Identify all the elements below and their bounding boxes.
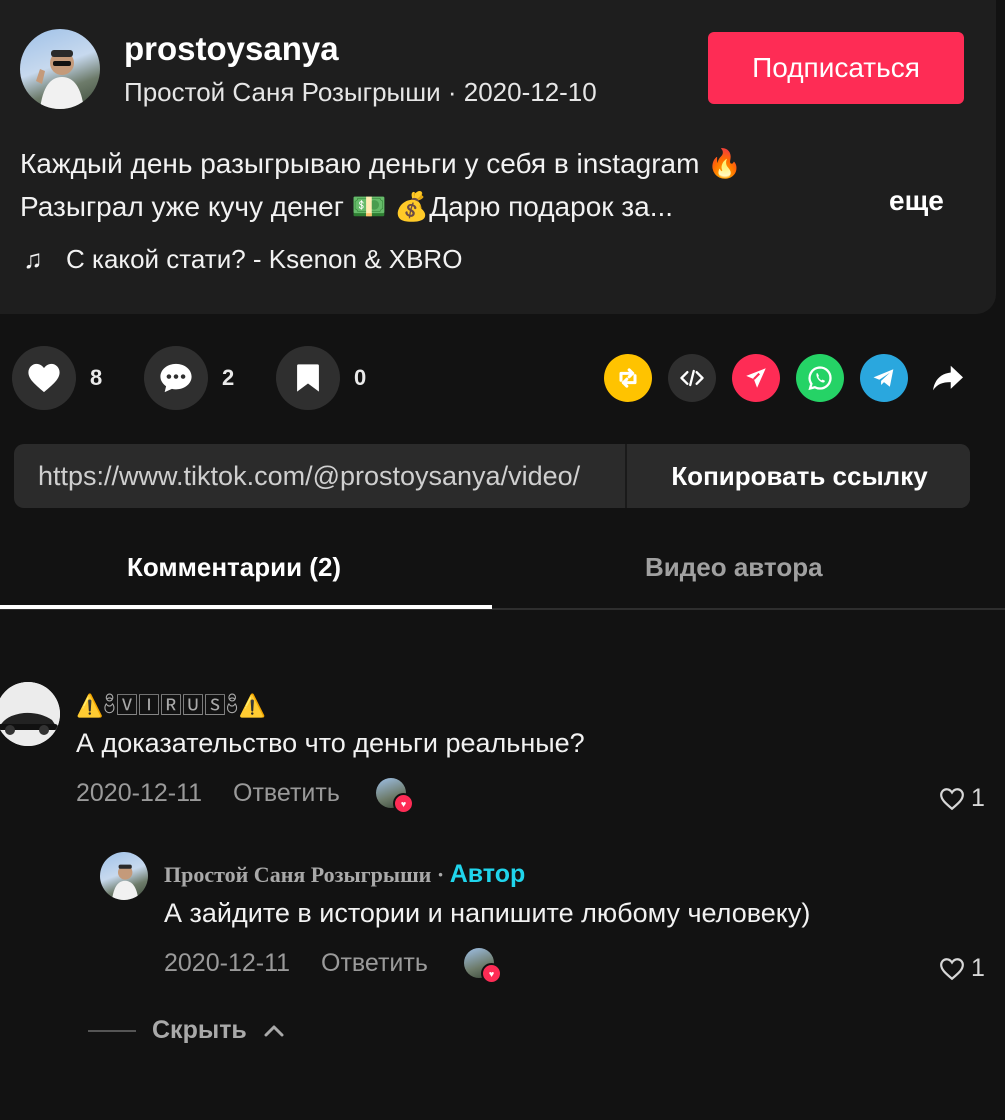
reply-like[interactable]: 1: [939, 954, 985, 983]
copy-link-button[interactable]: Копировать ссылку: [625, 444, 970, 508]
reply-author-name[interactable]: Простой Саня Розыгрыши: [164, 862, 431, 887]
like-action[interactable]: 8: [12, 346, 102, 410]
post-date: 2020-12-10: [463, 77, 597, 107]
heart-outline-icon[interactable]: [939, 787, 965, 811]
comment-text: А доказательство что деньги реальные?: [76, 728, 585, 758]
heart-badge-icon: ♥: [393, 793, 414, 814]
reply-author-avatar[interactable]: [100, 852, 148, 900]
music-title: С какой стати? - Ksenon & XBRO: [66, 244, 463, 274]
comment-like-count: 1: [971, 784, 985, 812]
description-line-1: Каждый день разыгрываю деньги у себя в i…: [20, 148, 743, 179]
chevron-up-icon: [264, 1025, 284, 1036]
description-line-2: Разыграл уже кучу денег 💵 💰Дарю подарок …: [20, 191, 674, 222]
save-action[interactable]: 0: [276, 346, 366, 410]
author-avatar[interactable]: [20, 29, 100, 109]
author-display-name[interactable]: Простой Саня Розыгрыши: [124, 77, 441, 107]
follow-button[interactable]: Подписаться: [708, 32, 964, 104]
reply-date: 2020-12-11: [164, 949, 291, 977]
send-icon[interactable]: [732, 354, 780, 402]
video-link-url[interactable]: https://www.tiktok.com/@prostoysanya/vid…: [38, 444, 628, 508]
telegram-icon[interactable]: [860, 354, 908, 402]
save-count: 0: [354, 365, 367, 390]
commenter-name[interactable]: ⚠️ဗီ🅅🄸🅁🅄🅂ဗီ⚠️: [76, 688, 266, 724]
reply-button[interactable]: Ответить: [233, 779, 340, 808]
heart-icon[interactable]: [12, 346, 76, 410]
reply-separator: ·: [436, 862, 445, 887]
author-subline: Простой Саня Розыгрыши · 2020-12-10: [124, 77, 597, 108]
post-description: Каждый день разыгрываю деньги у себя в i…: [20, 142, 860, 228]
heart-badge-icon: ♥: [481, 963, 502, 984]
creator-liked-avatar: ♥: [464, 948, 502, 984]
comment-date: 2020-12-11: [76, 779, 203, 807]
tab-author-videos[interactable]: Видео автора: [645, 552, 823, 583]
author-badge: Автор: [449, 860, 526, 888]
music-link[interactable]: ♫ С какой стати? - Ksenon & XBRO: [20, 244, 462, 275]
music-note-icon: ♫: [23, 244, 43, 274]
reply-text: А зайдите в истории и напишите любому че…: [164, 898, 811, 928]
hide-divider-line: [88, 1029, 136, 1032]
author-username[interactable]: prostoysanya: [124, 30, 339, 68]
tab-comments[interactable]: Комментарии (2): [127, 552, 341, 583]
comment-like[interactable]: 1: [939, 784, 985, 813]
bookmark-icon[interactable]: [276, 346, 340, 410]
commenter-avatar[interactable]: [0, 682, 60, 746]
comment-count: 2: [222, 365, 235, 390]
repost-icon[interactable]: [604, 354, 652, 402]
whatsapp-icon[interactable]: [796, 354, 844, 402]
reply-like-count: 1: [971, 954, 985, 982]
hide-label: Скрыть: [152, 1016, 247, 1044]
hide-replies-button[interactable]: Скрыть: [88, 1016, 285, 1045]
heart-outline-icon[interactable]: [939, 957, 965, 981]
more-button[interactable]: еще: [889, 185, 944, 217]
embed-icon[interactable]: [668, 354, 716, 402]
like-count: 8: [90, 365, 103, 390]
video-link-box: https://www.tiktok.com/@prostoysanya/vid…: [14, 444, 970, 508]
subline-separator: ·: [447, 77, 464, 107]
tab-active-indicator: [0, 605, 492, 609]
reply-author-name-row: Простой Саня Розыгрыши · Автор: [164, 860, 525, 889]
reply-reply-button[interactable]: Ответить: [321, 949, 428, 978]
creator-liked-avatar: ♥: [376, 778, 414, 814]
comment-icon[interactable]: [144, 346, 208, 410]
share-arrow-icon[interactable]: [924, 354, 972, 402]
comment-action[interactable]: 2: [144, 346, 234, 410]
